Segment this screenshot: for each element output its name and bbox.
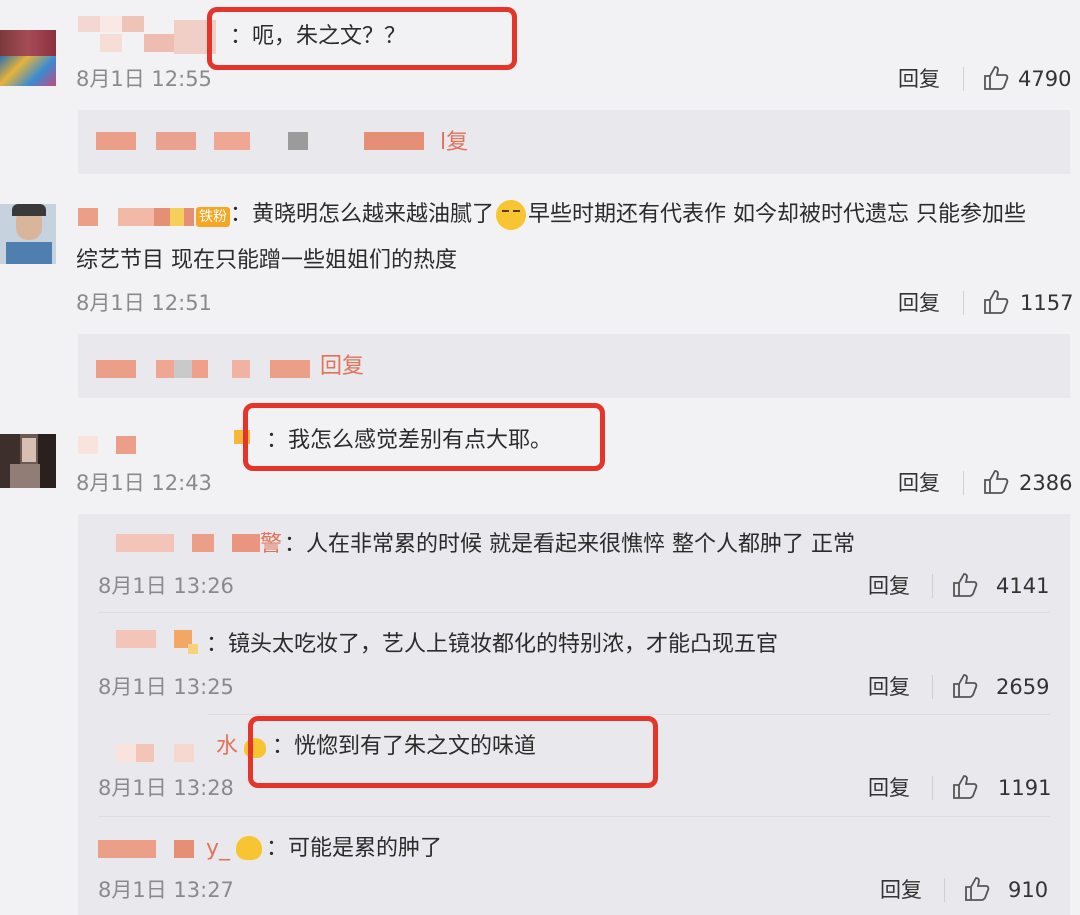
comment-date: 8月1日 12:43 bbox=[76, 471, 212, 495]
row-divider bbox=[208, 714, 1050, 715]
like-count: 2659 bbox=[996, 675, 1050, 699]
reply-date: 8月1日 13:26 bbox=[98, 574, 234, 598]
crown-emoji-icon bbox=[236, 836, 262, 860]
reply-button[interactable]: 回复 bbox=[898, 470, 940, 496]
username-blurred[interactable] bbox=[116, 630, 206, 654]
divider bbox=[944, 878, 945, 902]
username-tail[interactable]: 警 bbox=[260, 530, 282, 560]
subreply-names-blurred[interactable] bbox=[96, 360, 336, 380]
fan-badge: 铁粉 bbox=[196, 207, 230, 227]
reply-button[interactable]: 回复 bbox=[868, 573, 910, 599]
comment-text-part: ：黄晓明怎么越来越油腻了 bbox=[230, 202, 495, 227]
username-tail[interactable]: y_ bbox=[206, 834, 230, 864]
divider bbox=[963, 67, 964, 91]
thumbs-up-icon[interactable] bbox=[952, 572, 978, 598]
like-count: 910 bbox=[1008, 878, 1049, 902]
like-count: 1157 bbox=[1020, 291, 1074, 315]
like-count: 2386 bbox=[1019, 471, 1073, 495]
thumbs-up-icon[interactable] bbox=[983, 469, 1009, 495]
reply-button[interactable]: 回复 bbox=[868, 674, 910, 700]
divider bbox=[932, 574, 933, 598]
avatar[interactable] bbox=[0, 434, 56, 488]
subreply-link[interactable]: l复 bbox=[440, 128, 468, 158]
row-divider bbox=[98, 612, 1050, 613]
smirk-emoji-icon bbox=[496, 200, 527, 230]
reply-date: 8月1日 13:28 bbox=[98, 776, 234, 800]
comment-date: 8月1日 12:51 bbox=[76, 291, 212, 315]
reply-text: ：镜头太吃妆了，艺人上镜妆都化的特别浓，才能凸现五官 bbox=[206, 632, 779, 657]
thumbs-up-icon[interactable] bbox=[983, 289, 1009, 315]
thumbs-up-icon[interactable] bbox=[952, 673, 978, 699]
reply-button[interactable]: 回复 bbox=[868, 775, 910, 801]
like-count: 4790 bbox=[1018, 67, 1072, 91]
highlight-box bbox=[243, 403, 605, 471]
divider bbox=[932, 675, 933, 699]
thumbs-up-icon[interactable] bbox=[964, 876, 990, 902]
avatar[interactable] bbox=[0, 204, 56, 264]
subreply-link[interactable]: 回复 bbox=[320, 352, 364, 382]
highlight-box bbox=[207, 7, 517, 70]
reply-button[interactable]: 回复 bbox=[898, 66, 940, 92]
row-divider bbox=[98, 816, 1050, 817]
reply-button[interactable]: 回复 bbox=[880, 877, 922, 903]
thumbs-up-icon[interactable] bbox=[983, 65, 1009, 91]
reply-date: 8月1日 13:25 bbox=[98, 675, 234, 699]
username-blurred[interactable] bbox=[78, 430, 268, 456]
comment-text-line1: ：黄晓明怎么越来越油腻了 早些时期还有代表作 如今却被时代遗忘 只能参加些 bbox=[230, 200, 1026, 230]
divider bbox=[963, 291, 964, 315]
comment-text-part: 早些时期还有代表作 如今却被时代遗忘 只能参加些 bbox=[528, 202, 1027, 227]
like-count: 4141 bbox=[996, 574, 1050, 598]
username-blurred[interactable] bbox=[78, 16, 218, 56]
thumbs-up-icon[interactable] bbox=[952, 774, 978, 800]
username-blurred[interactable] bbox=[98, 840, 218, 860]
username-blurred[interactable] bbox=[116, 534, 266, 554]
like-count: 1191 bbox=[998, 776, 1052, 800]
reply-text: ：可能是累的肿了 bbox=[266, 836, 443, 861]
avatar[interactable] bbox=[0, 30, 56, 86]
subreply-names-blurred[interactable] bbox=[96, 132, 456, 152]
reply-text: ：人在非常累的时候 就是看起来很憔悴 整个人都肿了 正常 bbox=[284, 532, 855, 557]
highlight-box bbox=[248, 716, 658, 788]
comment-date: 8月1日 12:55 bbox=[76, 67, 212, 91]
reply-button[interactable]: 回复 bbox=[898, 290, 940, 316]
divider bbox=[932, 776, 933, 800]
reply-date: 8月1日 13:27 bbox=[98, 878, 234, 902]
divider bbox=[963, 471, 964, 495]
username-tail[interactable]: 水 bbox=[216, 732, 238, 762]
comment-text-line2: 综艺节目 现在只能蹭一些姐姐们的热度 bbox=[76, 248, 457, 273]
